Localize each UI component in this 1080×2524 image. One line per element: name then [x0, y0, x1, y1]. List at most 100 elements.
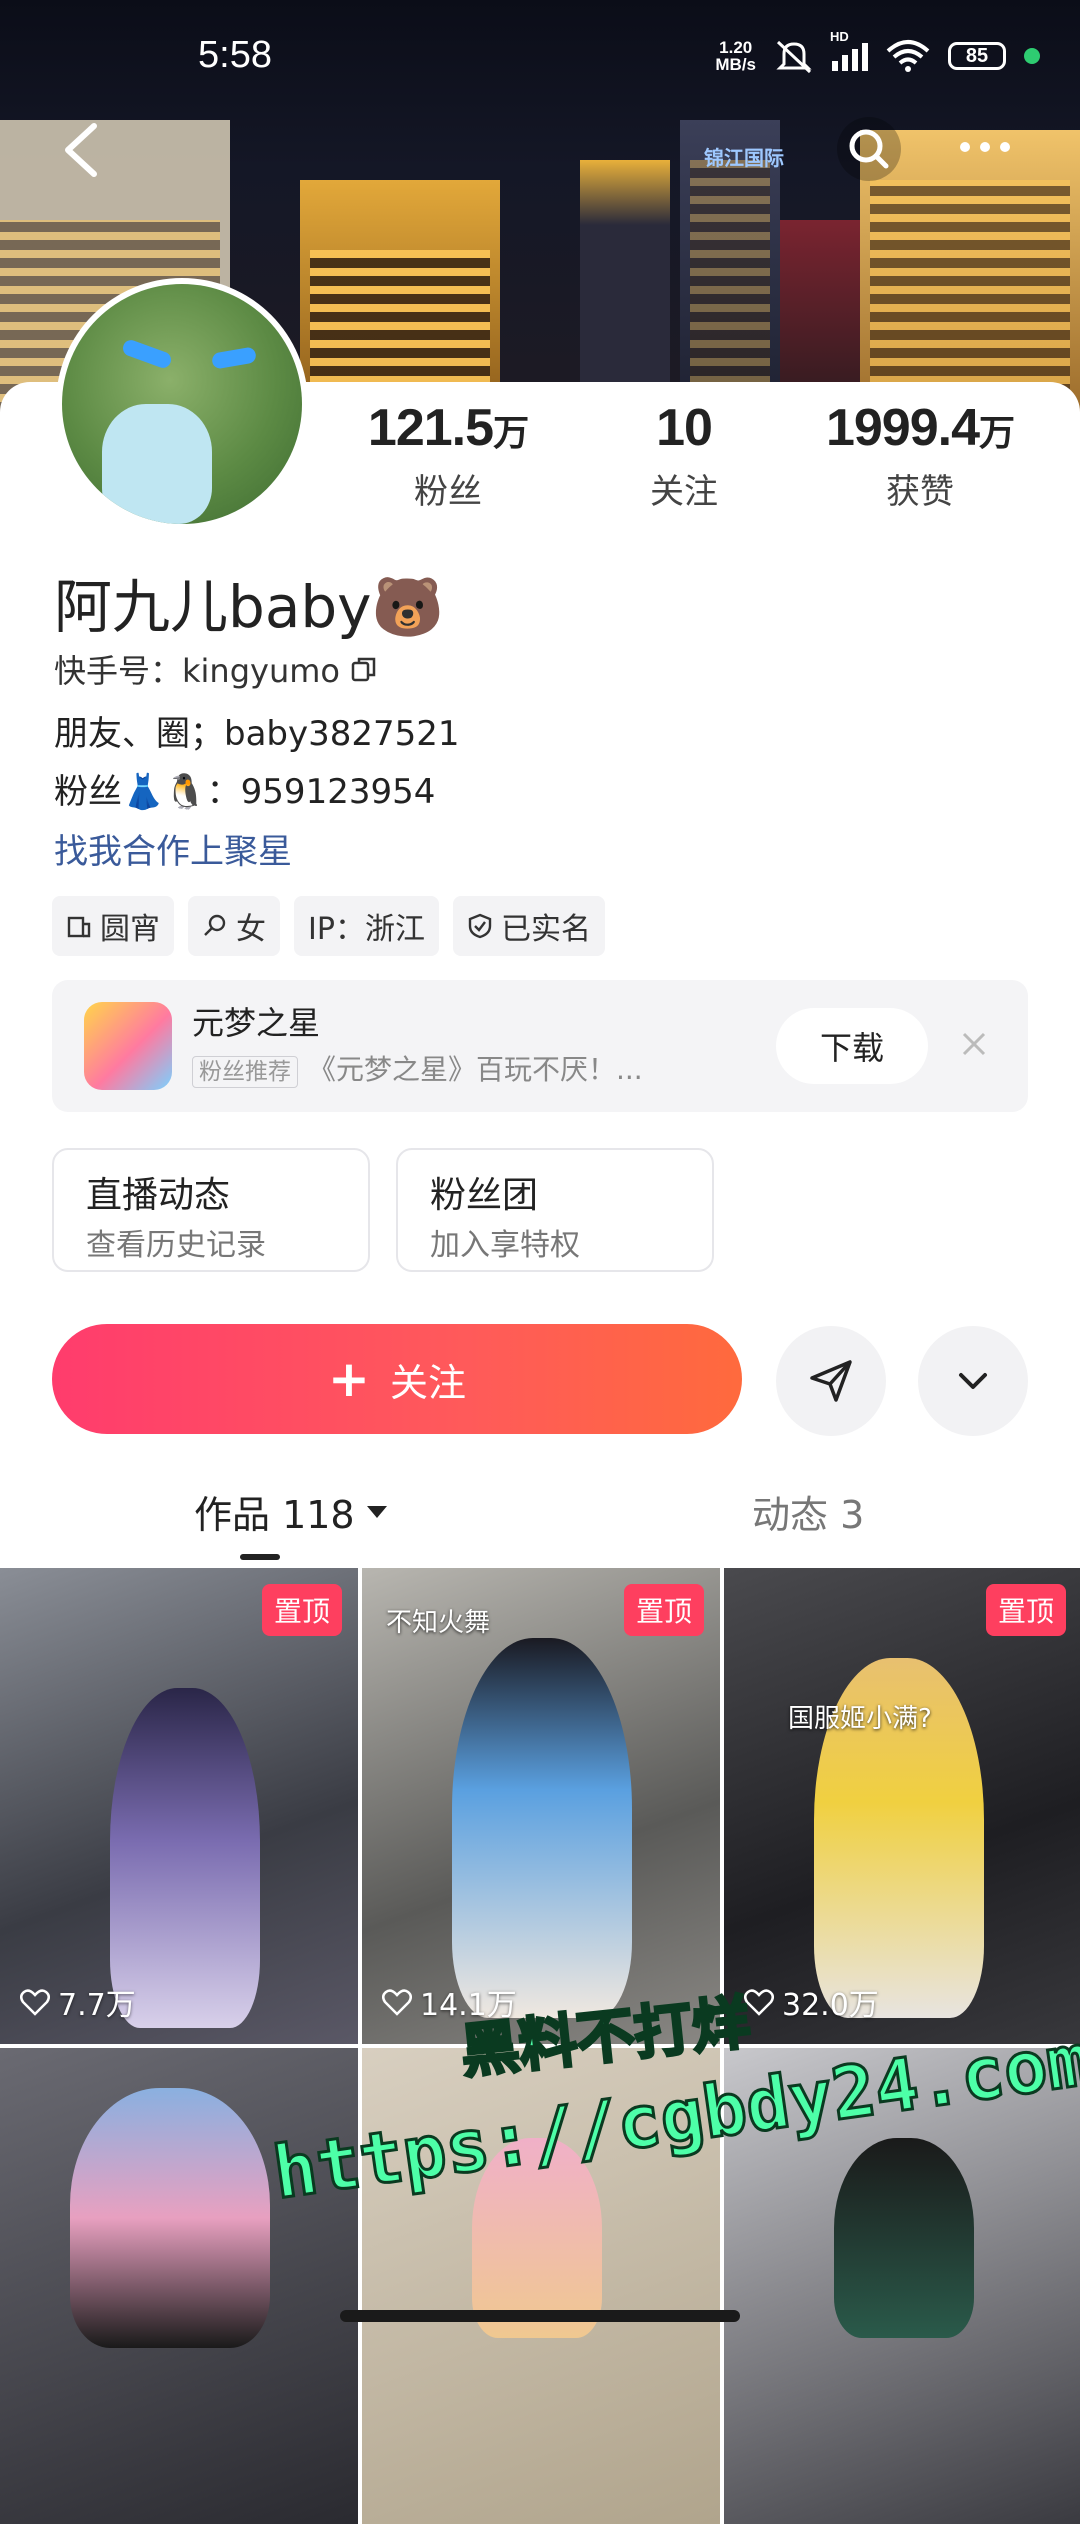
follow-label: 关注: [389, 1360, 466, 1405]
pinned-badge: 置顶: [985, 1584, 1066, 1636]
share-button[interactable]: [776, 1326, 886, 1436]
privacy-dot: [1024, 48, 1040, 64]
like-count: 7.7万: [20, 1980, 136, 2024]
hd-label: HD: [830, 29, 849, 44]
stat-following[interactable]: 10 关注: [574, 398, 794, 513]
thumbnail-figure: [834, 2138, 974, 2338]
fan-club-card[interactable]: 粉丝团 加入享特权: [396, 1148, 714, 1272]
tag-label: 已实名: [500, 912, 591, 947]
signal-bar: [852, 49, 858, 71]
kuaishou-id-row: 快手号：kingyumo: [54, 646, 378, 692]
tab-moments[interactable]: 动态 3: [752, 1484, 864, 1539]
thumbnail-figure: [70, 2088, 270, 2348]
copy-icon[interactable]: [350, 655, 378, 683]
stat-followers[interactable]: 121.5万 粉丝: [338, 398, 558, 513]
profile-name: 阿九儿baby🐻: [54, 573, 444, 641]
tab-indicator: [240, 1554, 280, 1560]
shield-check-icon: [468, 913, 492, 939]
dot: [1000, 142, 1010, 152]
status-bar-right: 1.20 MB/s HD 85: [715, 29, 1040, 74]
building-icon: [67, 916, 91, 938]
download-button[interactable]: 下载: [776, 1008, 928, 1084]
heart-icon: [382, 1989, 412, 2016]
card-title: 粉丝团: [430, 1175, 539, 1216]
kuaishou-id: 快手号：kingyumo: [54, 652, 340, 690]
card-subtitle: 查看历史记录: [86, 1228, 266, 1263]
tag-label: IP：浙江: [308, 912, 425, 947]
bio-line: 粉丝👗🐧：959123954: [54, 772, 436, 812]
tag-gender[interactable]: 女: [188, 896, 280, 956]
network-speed-value: 1.20: [719, 38, 753, 57]
tag-label: 女: [236, 912, 266, 947]
stat-following-label: 关注: [650, 472, 718, 512]
ad-title: 元梦之星: [192, 1004, 321, 1042]
avatar-hand: [102, 404, 212, 524]
wifi-icon: [886, 40, 930, 72]
cell-signal-icon: HD: [830, 29, 868, 71]
live-history-card[interactable]: 直播动态 查看历史记录: [52, 1148, 370, 1272]
search-icon[interactable]: [836, 116, 902, 182]
close-icon[interactable]: [954, 1024, 994, 1064]
more-dots-icon[interactable]: [960, 132, 1020, 162]
cover-sign: 锦江国际: [704, 146, 784, 170]
bio-line: 朋友、圈；baby3827521: [54, 714, 460, 754]
stat-unit: 万: [979, 412, 1015, 453]
stat-number: 10: [656, 399, 713, 457]
game-app-icon: [84, 1002, 172, 1090]
ad-subtitle-row: 粉丝推荐 《元梦之星》百玩不厌！...: [192, 1048, 643, 1088]
tag-label: 圆宵: [100, 912, 160, 947]
tab-works[interactable]: 作品 118: [194, 1484, 389, 1539]
follow-button[interactable]: + 关注: [52, 1324, 742, 1434]
network-speed: 1.20 MB/s: [715, 39, 756, 73]
video-thumbnail[interactable]: 不知火舞 置顶 14.1万: [362, 1568, 720, 2044]
bio-link[interactable]: 找我合作上聚星: [54, 824, 292, 873]
thumbnail-figure: [110, 1688, 260, 2028]
pinned-badge: 置顶: [623, 1584, 704, 1636]
pinned-badge: 置顶: [261, 1584, 342, 1636]
tab-works-label: 作品 118: [194, 1493, 355, 1537]
stat-likes-value: 1999.4万: [810, 398, 1030, 458]
video-caption: 不知火舞: [386, 1608, 491, 1638]
video-thumbnail[interactable]: 国服姬小满? 置顶 32.0万: [724, 1568, 1080, 2044]
video-caption: 国服姬小满?: [788, 1704, 932, 1734]
send-icon: [810, 1360, 852, 1402]
stat-number: 121.5: [367, 399, 494, 457]
thumbnail-figure: [452, 1638, 632, 2018]
status-time: 5:58: [198, 34, 272, 76]
video-thumbnail[interactable]: [0, 2048, 358, 2524]
battery-indicator: 85: [948, 42, 1006, 70]
card-title: 直播动态: [86, 1175, 231, 1216]
plus-icon: +: [328, 1350, 370, 1408]
caret-down-icon: [366, 1505, 387, 1518]
home-indicator[interactable]: [340, 2310, 740, 2322]
ad-subtitle: 《元梦之星》百玩不厌！...: [308, 1053, 643, 1086]
avatar-eye: [120, 337, 174, 371]
avatar[interactable]: [56, 278, 308, 530]
heart-icon: [20, 1989, 50, 2016]
female-icon: [204, 914, 226, 936]
stat-unit: 万: [493, 412, 529, 453]
like-count: 32.0万: [744, 1980, 879, 2024]
video-thumbnail[interactable]: 置顶 7.7万: [0, 1568, 358, 2044]
cover-building: [580, 160, 670, 420]
game-ad-banner[interactable]: 元梦之星 粉丝推荐 《元梦之星》百玩不厌！... 下载: [52, 980, 1028, 1112]
like-count-text: 32.0万: [782, 1988, 879, 2023]
avatar-image: [62, 284, 302, 524]
expand-button[interactable]: [918, 1326, 1028, 1436]
signal-bar: [842, 55, 848, 71]
profile-tags: 圆宵 女 IP：浙江 已实名: [52, 896, 605, 956]
stat-followers-value: 121.5万: [338, 398, 558, 458]
dot: [980, 142, 990, 152]
card-subtitle: 加入享特权: [430, 1228, 580, 1263]
network-speed-unit: MB/s: [715, 55, 756, 74]
stat-likes[interactable]: 1999.4万 获赞: [810, 398, 1030, 513]
chevron-down-icon: [959, 1373, 987, 1389]
avatar-eye: [210, 346, 258, 370]
stat-following-value: 10: [574, 398, 794, 458]
back-icon[interactable]: [58, 120, 106, 180]
tag-verified[interactable]: 已实名: [452, 896, 605, 956]
mute-bell-icon: [776, 40, 812, 74]
tag-location[interactable]: 圆宵: [52, 896, 174, 956]
tag-ip[interactable]: IP：浙江: [294, 896, 439, 956]
dot: [960, 142, 970, 152]
